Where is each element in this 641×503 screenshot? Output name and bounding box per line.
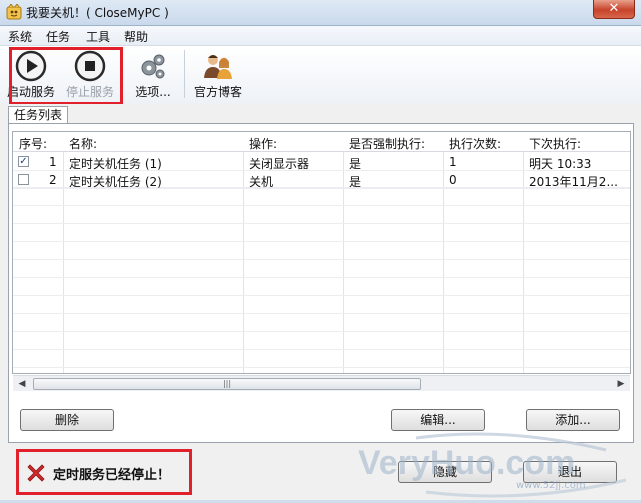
row-next-run: 2013年11月2... bbox=[529, 175, 618, 189]
add-button[interactable]: 添加... bbox=[526, 409, 620, 431]
official-blog-label: 官方博客 bbox=[193, 85, 242, 99]
tab-task-list[interactable]: 任务列表 bbox=[8, 106, 68, 124]
hide-button[interactable]: 隐藏 bbox=[398, 461, 492, 483]
row-checkbox[interactable]: ✓ bbox=[18, 156, 29, 167]
delete-button[interactable]: 删除 bbox=[20, 409, 114, 431]
title-bar: 我要关机！( CloseMyPC ) ✕ bbox=[0, 0, 641, 26]
grid-line bbox=[13, 350, 630, 368]
grid-line bbox=[13, 242, 630, 260]
grid-line bbox=[13, 206, 630, 224]
error-x-icon bbox=[27, 464, 45, 482]
menu-help[interactable]: 帮助 bbox=[124, 28, 148, 45]
toolbar-separator bbox=[184, 50, 185, 98]
table-row[interactable]: 2 定时关机任务 (2) 关机 是 0 2013年11月2... bbox=[13, 171, 630, 189]
header-action[interactable]: 操作: bbox=[249, 135, 277, 152]
menu-task[interactable]: 任务 bbox=[46, 28, 70, 45]
row-count: 1 bbox=[449, 155, 457, 169]
grid-line bbox=[13, 260, 630, 278]
header-name[interactable]: 名称: bbox=[69, 135, 97, 152]
scrollbar-thumb[interactable]: ||| bbox=[33, 378, 421, 390]
horizontal-scrollbar[interactable]: ◀ ||| ▶ bbox=[13, 375, 630, 391]
edit-button[interactable]: 编辑... bbox=[391, 409, 485, 431]
row-name: 定时关机任务 (2) bbox=[69, 175, 162, 189]
header-force[interactable]: 是否强制执行: bbox=[349, 135, 425, 152]
grid-line bbox=[13, 188, 630, 206]
menu-bar: 系统 任务 工具 帮助 bbox=[0, 26, 641, 46]
exit-button[interactable]: 退出 bbox=[523, 461, 617, 483]
scroll-right-icon[interactable]: ▶ bbox=[614, 378, 628, 390]
row-index: 2 bbox=[49, 173, 57, 187]
table-row[interactable]: ✓ 1 定时关机任务 (1) 关闭显示器 是 1 明天 10:33 bbox=[13, 153, 630, 171]
row-index: 1 bbox=[49, 155, 57, 169]
task-table: 序号: 名称: 操作: 是否强制执行: 执行次数: 下次执行: ✓ 1 定时关机… bbox=[12, 131, 631, 374]
row-name: 定时关机任务 (1) bbox=[69, 157, 162, 171]
official-blog-button[interactable]: 官方博客 bbox=[190, 48, 246, 102]
options-label: 选项... bbox=[135, 85, 171, 99]
service-buttons-highlight bbox=[9, 47, 123, 105]
service-status: 定时服务已经停止！ bbox=[16, 449, 192, 495]
grid-line bbox=[13, 224, 630, 242]
users-icon bbox=[204, 55, 232, 79]
gears-icon bbox=[141, 54, 165, 79]
options-button[interactable]: 选项... bbox=[128, 48, 178, 102]
row-action: 关机 bbox=[249, 175, 274, 189]
app-icon bbox=[6, 4, 22, 20]
grid-line bbox=[13, 332, 630, 350]
row-action: 关闭显示器 bbox=[249, 157, 310, 171]
window-title: 我要关机！( CloseMyPC ) bbox=[26, 6, 169, 20]
status-message: 定时服务已经停止！ bbox=[53, 468, 171, 483]
header-count[interactable]: 执行次数: bbox=[449, 135, 501, 152]
row-force: 是 bbox=[349, 175, 362, 189]
grid-line bbox=[13, 296, 630, 314]
close-button[interactable]: ✕ bbox=[593, 0, 635, 19]
header-next-run[interactable]: 下次执行: bbox=[529, 135, 581, 152]
row-checkbox[interactable] bbox=[18, 174, 29, 185]
grid-line bbox=[13, 314, 630, 332]
scroll-left-icon[interactable]: ◀ bbox=[15, 378, 29, 390]
header-index[interactable]: 序号: bbox=[19, 135, 47, 152]
menu-system[interactable]: 系统 bbox=[8, 28, 32, 45]
row-count: 0 bbox=[449, 173, 457, 187]
row-force: 是 bbox=[349, 157, 362, 171]
row-next-run: 明天 10:33 bbox=[529, 157, 592, 171]
table-header: 序号: 名称: 操作: 是否强制执行: 执行次数: 下次执行: bbox=[13, 132, 630, 152]
menu-tools[interactable]: 工具 bbox=[86, 28, 110, 45]
grid-line bbox=[13, 278, 630, 296]
